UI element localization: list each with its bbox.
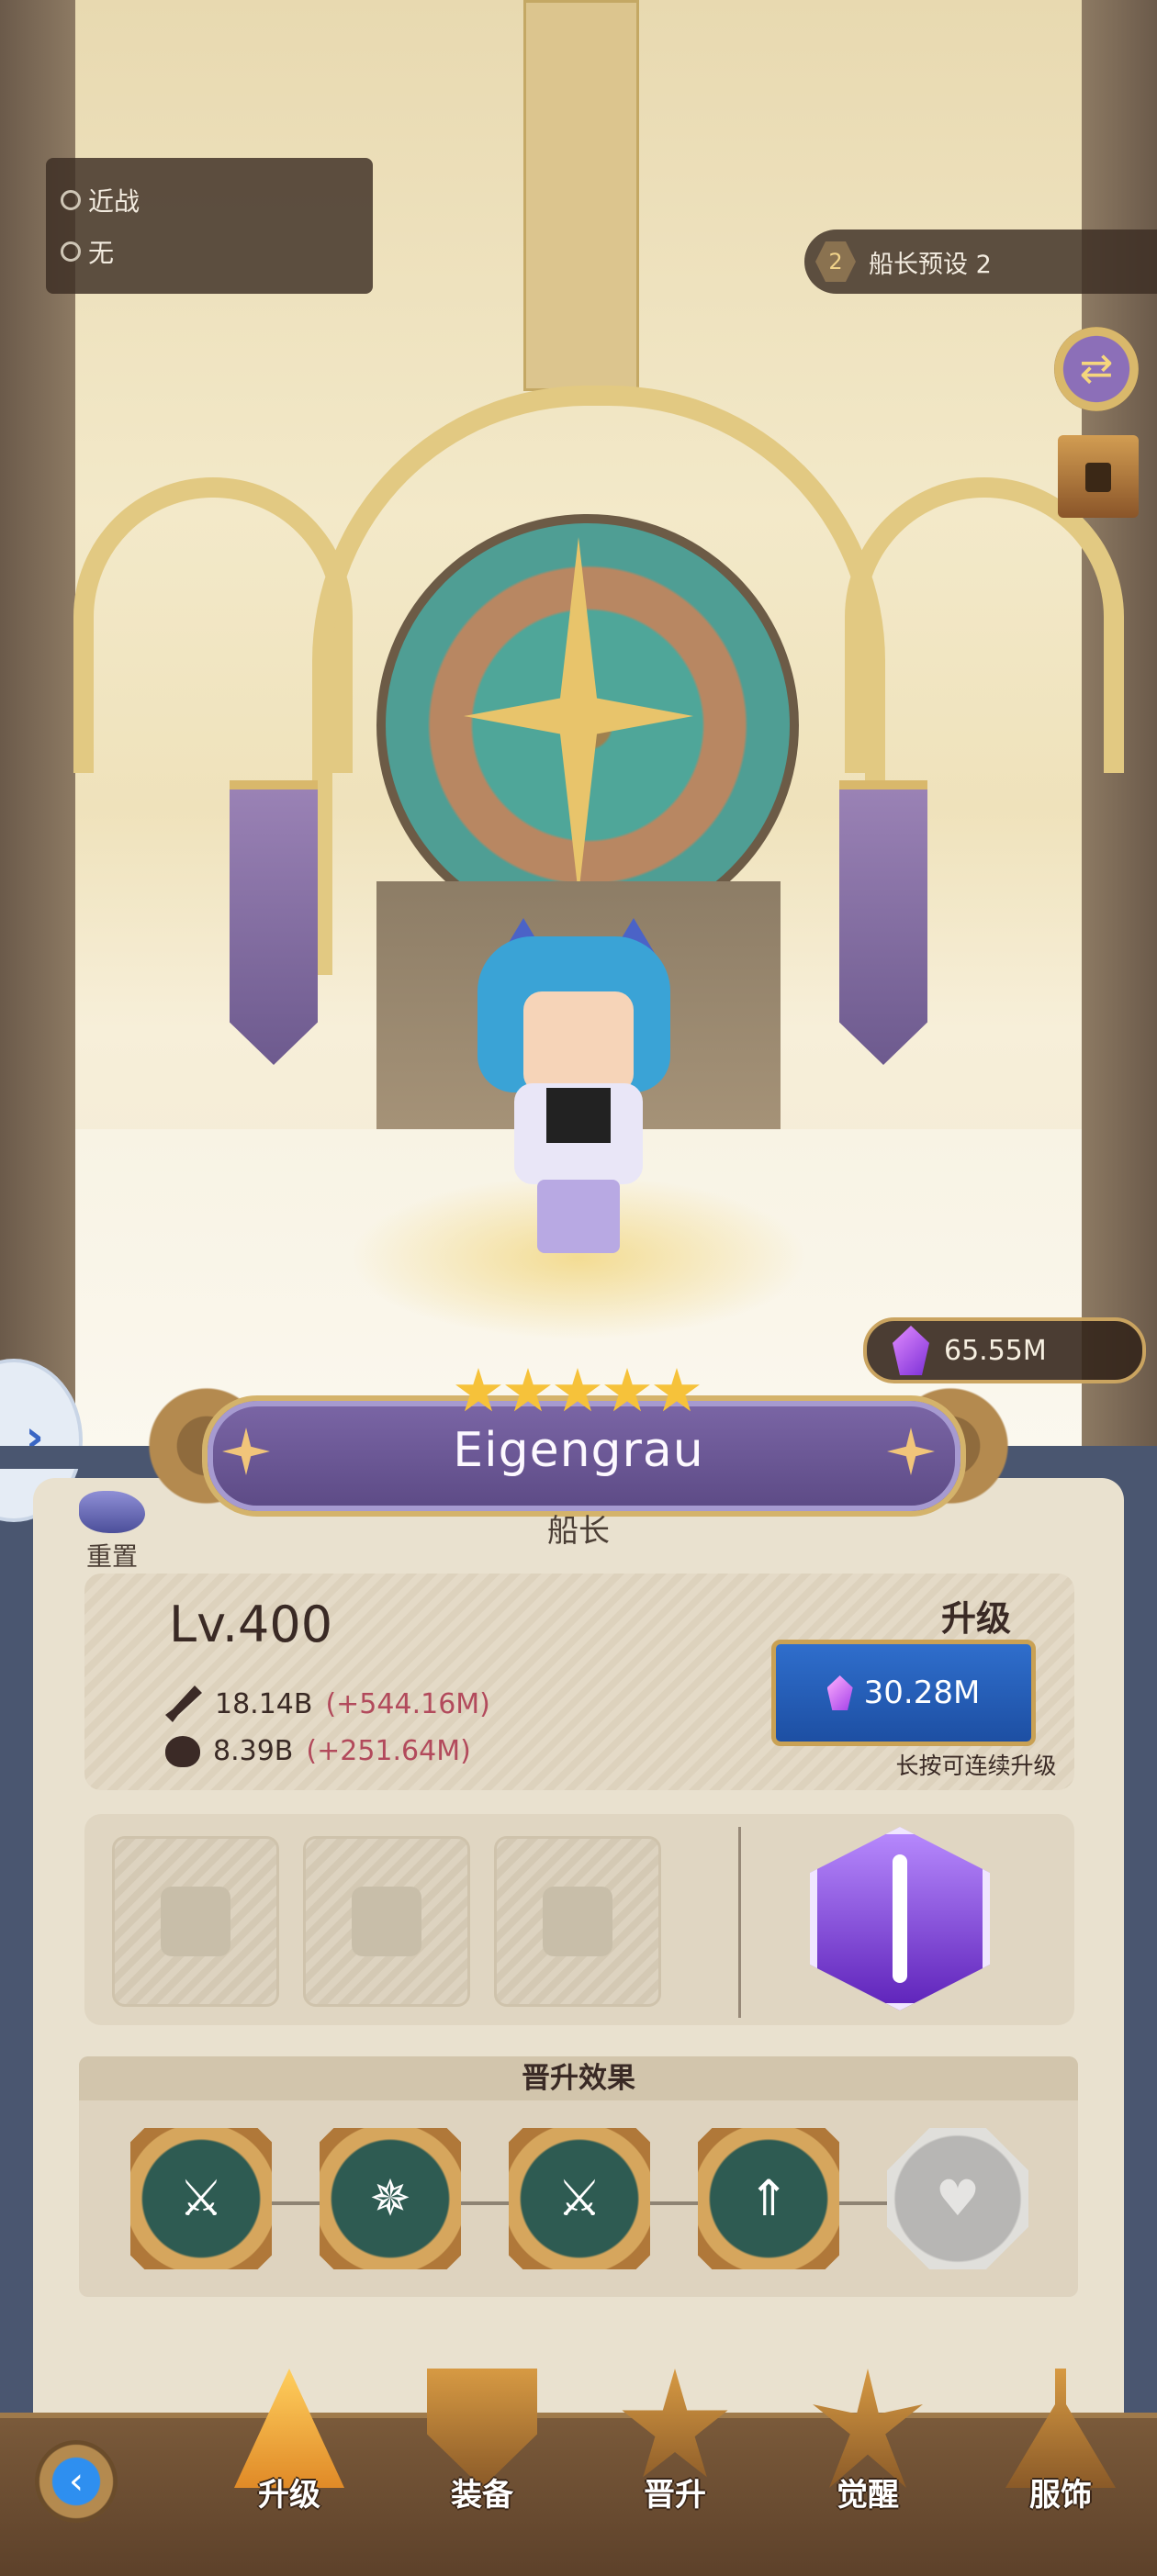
sword-boost-icon[interactable]: ⚔ (509, 2128, 650, 2269)
attack-bonus: (+544.16M) (325, 1687, 490, 1720)
hp-bonus: (+251.64M) (306, 1735, 471, 1767)
swap-icon[interactable]: ⇄ (1054, 327, 1139, 411)
star-icon (555, 1368, 601, 1412)
hero-sprite[interactable] (468, 918, 680, 1267)
star-icon (455, 1368, 501, 1412)
element-label: 无 (88, 238, 115, 268)
crit-boost-icon[interactable]: ✵ (320, 2128, 461, 2269)
hero-shirt (546, 1088, 611, 1143)
star-rating (455, 1368, 702, 1419)
equip-slot-armor[interactable] (303, 1836, 470, 2007)
hero-face (523, 991, 634, 1092)
sword-icon (165, 1686, 202, 1722)
purple-gem-icon (893, 1326, 929, 1375)
upgrade-cost: 30.28M (863, 1674, 981, 1711)
equip-divider (738, 1827, 741, 2018)
treasure-chest-icon[interactable] (1058, 435, 1139, 518)
nav-upgrade-label: 升级 (258, 2477, 320, 2514)
attack-type-row: 近战 (61, 182, 140, 218)
star-icon (505, 1368, 551, 1412)
nav-awaken-label: 觉醒 (837, 2477, 899, 2514)
speed-boost-icon[interactable]: ⇑ (698, 2128, 839, 2269)
level-stats-box: Lv.400 18.14B (+544.16M) 8.39B (+251.64M… (84, 1574, 1074, 1790)
star-icon (604, 1368, 650, 1412)
armor-icon (352, 1887, 421, 1956)
promotion-title: 晋升效果 (79, 2056, 1078, 2100)
hp-value: 8.39B (213, 1735, 294, 1767)
nav-costume-label: 服饰 (1029, 2477, 1092, 2514)
hp-stat: 8.39B (+251.64M) (165, 1735, 471, 1767)
left-arch (73, 477, 353, 773)
reset-icon (79, 1491, 145, 1533)
hero-type-box: 近战 无 (46, 158, 373, 294)
necklace-icon (543, 1887, 612, 1956)
right-arch (845, 477, 1124, 773)
gem-icon (826, 1675, 853, 1710)
nav-equipment-label: 装备 (451, 2477, 513, 2514)
preset-label: 船长预设 2 (869, 250, 992, 279)
promotion-effects: 晋升效果 ⚔ ✵ ⚔ ⇑ ♥ (79, 2056, 1078, 2297)
gem-amount: 65.55M (944, 1334, 1047, 1367)
purple-sword-icon[interactable] (810, 1827, 990, 2010)
back-button[interactable]: ‹ (35, 2440, 118, 2523)
attack-boost-icon[interactable]: ⚔ (130, 2128, 272, 2269)
nav-upgrade[interactable]: 升级 (220, 2369, 358, 2533)
gem-currency-display: 65.55M (863, 1317, 1146, 1383)
star-icon (654, 1368, 700, 1412)
upgrade-title: 升级 (940, 1598, 1011, 1639)
nav-awaken[interactable]: 觉醒 (799, 2369, 937, 2533)
nav-costume[interactable]: 服饰 (992, 2369, 1129, 2533)
attack-type-label: 近战 (88, 186, 140, 217)
upgrade-button[interactable]: 30.28M (771, 1640, 1036, 1746)
equip-slot-accessory[interactable] (494, 1836, 661, 2007)
hero-legs (537, 1180, 620, 1253)
nav-promote-label: 晋升 (644, 2477, 706, 2514)
nav-promote[interactable]: 晋升 (606, 2369, 744, 2533)
right-banner (839, 780, 927, 1065)
element-icon (61, 241, 81, 262)
preset-number-badge: 2 (815, 241, 856, 282)
shield-swords-icon (161, 1887, 230, 1956)
bottom-nav (0, 2413, 1157, 2576)
heart-locked-icon[interactable]: ♥ (887, 2128, 1028, 2269)
ceiling-beam (523, 0, 639, 391)
heart-icon (165, 1735, 200, 1767)
reset-label: 重置 (85, 1541, 138, 1572)
nav-equipment[interactable]: 装备 (413, 2369, 551, 2533)
melee-icon (61, 190, 81, 210)
upgrade-hint: 长按可连续升级 (895, 1753, 1057, 1779)
left-banner (230, 780, 318, 1065)
equip-slot-weapon[interactable] (112, 1836, 279, 2007)
hero-level: Lv.400 (169, 1596, 333, 1653)
captain-preset-button[interactable]: 2 船长预设 2 (804, 230, 1157, 294)
attack-value: 18.14B (215, 1687, 313, 1720)
hero-role: 船长 (547, 1513, 610, 1550)
attack-stat: 18.14B (+544.16M) (165, 1686, 490, 1722)
element-row: 无 (61, 233, 114, 270)
equipment-box (84, 1814, 1074, 2025)
